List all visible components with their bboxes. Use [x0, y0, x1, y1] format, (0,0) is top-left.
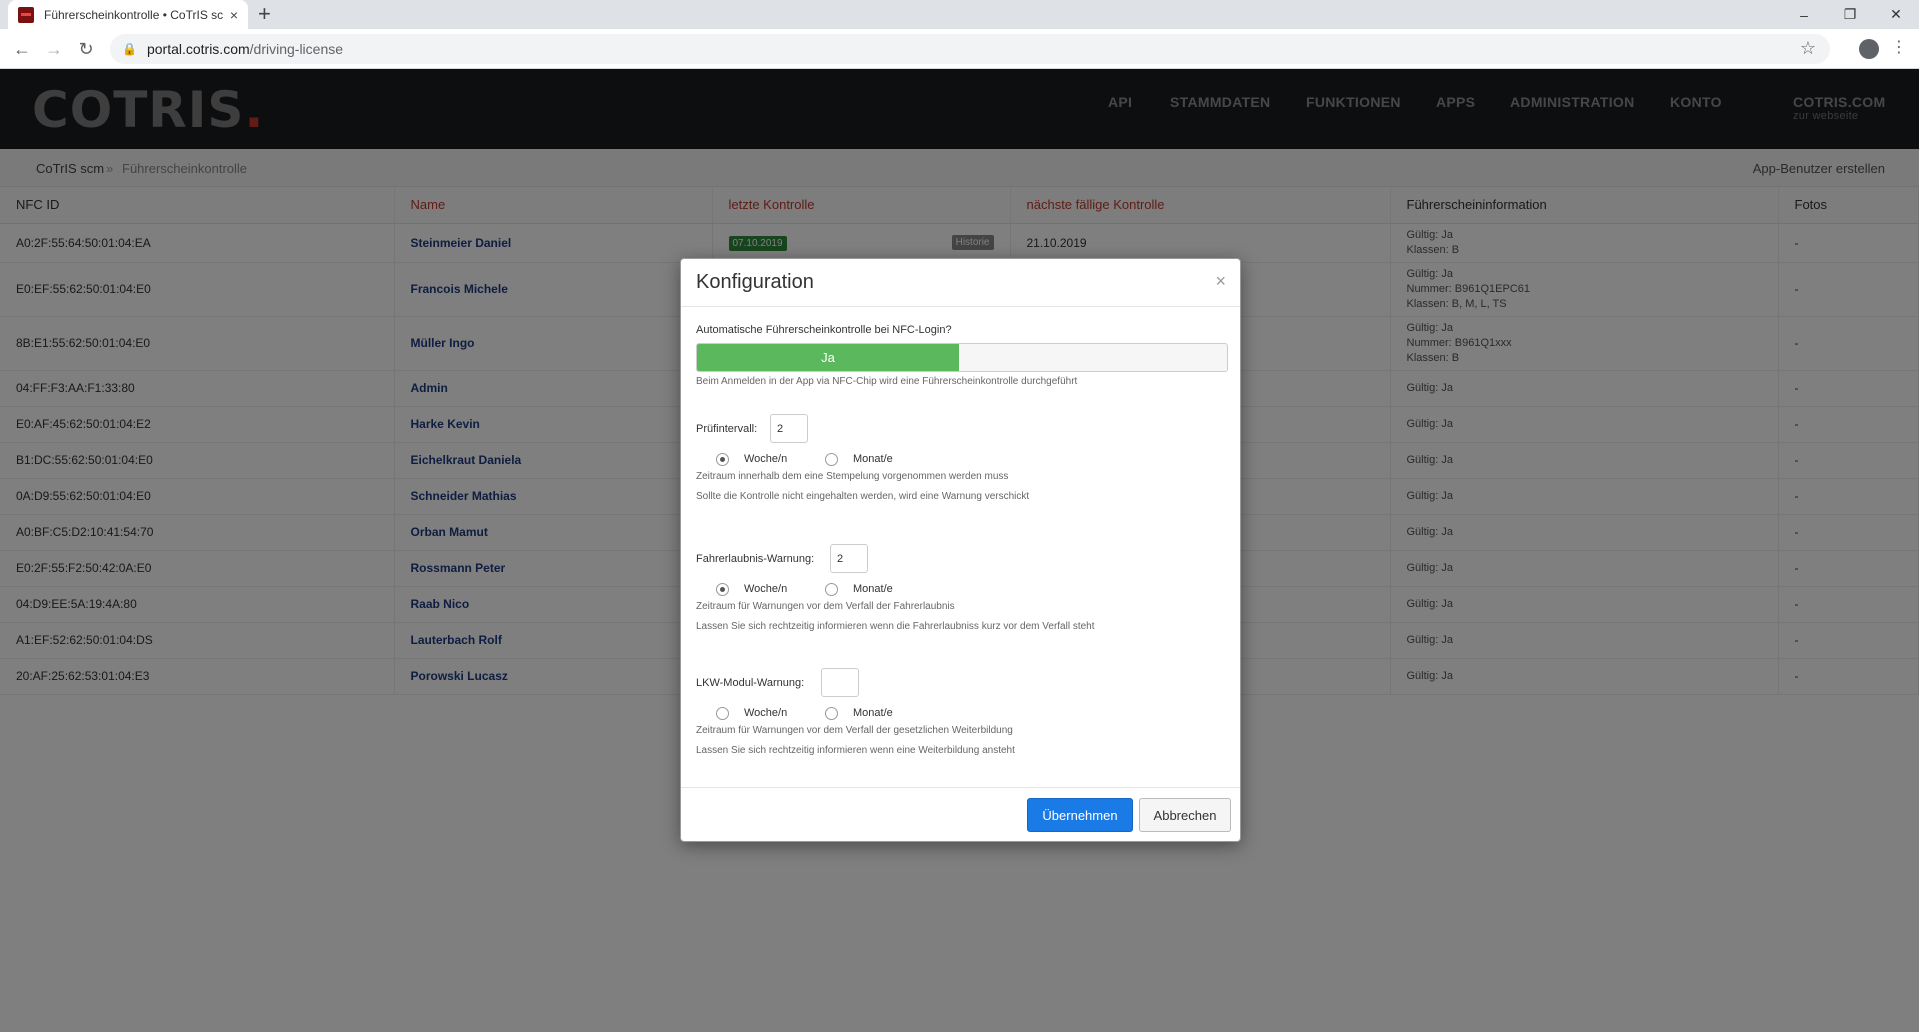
license-warning-weeks-radio[interactable]	[716, 583, 729, 596]
bookmark-star-icon[interactable]: ☆	[1800, 38, 1816, 59]
truck-warning-weeks-radio[interactable]	[716, 707, 729, 720]
profile-avatar-icon[interactable]	[1859, 39, 1879, 59]
interval-weeks-radio[interactable]	[716, 453, 729, 466]
apply-button[interactable]: Übernehmen	[1027, 798, 1133, 832]
minimize-icon[interactable]: –	[1781, 0, 1827, 29]
license-warning-weeks-label: Woche/n	[744, 583, 788, 595]
restore-icon[interactable]: ❐	[1827, 0, 1873, 29]
browser-menu-icon[interactable]: ⋮	[1891, 37, 1907, 57]
modal-header: Konfiguration ×	[681, 259, 1240, 307]
window-close-icon[interactable]: ✕	[1873, 0, 1919, 29]
address-bar[interactable]: 🔒 portal.cotris.com/driving-license ☆	[110, 34, 1830, 64]
interval-input[interactable]	[770, 414, 808, 443]
modal-title: Konfiguration	[696, 271, 814, 293]
interval-weeks-label: Woche/n	[744, 453, 788, 465]
back-arrow-icon[interactable]: ←	[10, 37, 34, 61]
auto-check-toggle-on: Ja	[697, 344, 959, 371]
url-path: /driving-license	[249, 41, 344, 57]
browser-tabbar: Führerscheinkontrolle • CoTrIS sc × + – …	[0, 0, 1919, 29]
license-warning-help-1: Zeitraum für Warnungen vor dem Verfall d…	[696, 601, 955, 612]
cancel-button[interactable]: Abbrechen	[1139, 798, 1231, 832]
browser-tab[interactable]: Führerscheinkontrolle • CoTrIS sc ×	[8, 0, 248, 29]
truck-warning-label: LKW-Modul-Warnung:	[696, 677, 805, 689]
license-warning-months-radio[interactable]	[825, 583, 838, 596]
modal-footer: Übernehmen Abbrechen	[681, 787, 1240, 841]
configuration-dialog: Konfiguration × Automatische Führerschei…	[680, 258, 1241, 842]
truck-warning-help-2: Lassen Sie sich rechtzeitig informieren …	[696, 745, 1015, 756]
truck-warning-months-label: Monat/e	[853, 707, 893, 719]
tab-close-icon[interactable]: ×	[230, 7, 238, 23]
auto-check-help: Beim Anmelden in der App via NFC-Chip wi…	[696, 376, 1078, 387]
license-warning-input[interactable]	[830, 544, 868, 573]
url-host: portal.cotris.com	[146, 41, 250, 57]
lock-icon: 🔒	[122, 42, 137, 56]
interval-help-1: Zeitraum innerhalb dem eine Stempelung v…	[696, 471, 1009, 482]
auto-check-label: Automatische Führerscheinkontrolle bei N…	[696, 324, 952, 336]
license-warning-help-2: Lassen Sie sich rechtzeitig informieren …	[696, 621, 1095, 632]
license-warning-months-label: Monat/e	[853, 583, 893, 595]
truck-warning-input[interactable]	[821, 668, 859, 697]
tab-title: Führerscheinkontrolle • CoTrIS sc	[44, 7, 224, 22]
cotris-favicon-icon	[18, 6, 34, 23]
close-icon[interactable]: ×	[1215, 271, 1226, 292]
truck-warning-weeks-label: Woche/n	[744, 707, 788, 719]
browser-toolbar: ← → ↻ 🔒 portal.cotris.com/driving-licens…	[0, 29, 1919, 69]
truck-warning-months-radio[interactable]	[825, 707, 838, 720]
interval-months-label: Monat/e	[853, 453, 893, 465]
auto-check-toggle[interactable]: Ja	[696, 343, 1228, 372]
truck-warning-help-1: Zeitraum für Warnungen vor dem Verfall d…	[696, 725, 1013, 736]
license-warning-label: Fahrerlaubnis-Warnung:	[696, 553, 815, 565]
interval-months-radio[interactable]	[825, 453, 838, 466]
interval-help-2: Sollte die Kontrolle nicht eingehalten w…	[696, 491, 1030, 502]
forward-arrow-icon[interactable]: →	[42, 37, 66, 61]
interval-label: Prüfintervall:	[696, 423, 758, 435]
new-tab-button[interactable]: +	[258, 2, 271, 26]
reload-icon[interactable]: ↻	[74, 37, 98, 61]
